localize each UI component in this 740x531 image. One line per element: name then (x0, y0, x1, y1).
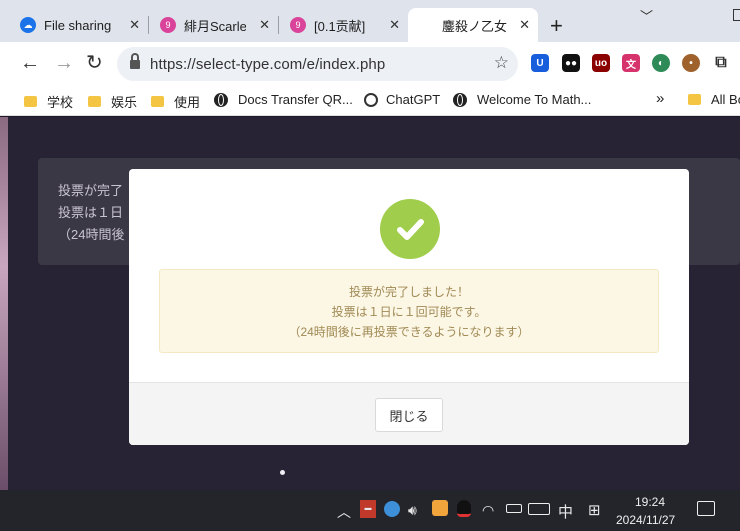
message-line: （24時間後に再投票できるようになります） (288, 325, 530, 339)
chevron-up-icon[interactable]: ︿ (337, 502, 351, 522)
tampermonkey-icon[interactable]: ●● (562, 54, 580, 72)
tab-scarlet[interactable]: 9 緋月Scarlet ✕ (160, 8, 278, 42)
new-tab-button[interactable]: + (550, 13, 563, 39)
network-app-icon[interactable] (384, 501, 400, 517)
tab-active[interactable]: 鏖殺ノ乙女 ✕ (408, 8, 538, 42)
bookmark-entertainment[interactable]: 娱乐 (88, 92, 137, 111)
success-message-box: 投票が完了しました！ 投票は１日に１回可能です。 （24時間後に再投票できるよう… (159, 269, 659, 353)
pink-circle-icon: 9 (160, 17, 176, 33)
close-tab-icon[interactable]: ✕ (259, 17, 270, 33)
folder-icon (88, 96, 101, 107)
tab-title: [0.1贡献] (314, 18, 366, 34)
tab-strip: ☁ File sharing ✕ 9 緋月Scarlet ✕ 9 [0.1贡献]… (0, 0, 740, 42)
bg-line: 投票は１日 (58, 205, 124, 220)
speaker-icon[interactable]: 🔊︎ (408, 502, 417, 519)
maximize-icon[interactable] (733, 9, 740, 21)
chatgpt-icon (364, 92, 378, 107)
bookmark-label: All Bo (711, 92, 740, 107)
tab-separator (148, 16, 149, 34)
reload-icon[interactable]: ↻ (86, 52, 103, 74)
bookmark-label: 学校 (47, 95, 74, 110)
clock-date[interactable]: 2024/11/27 (616, 513, 675, 527)
vote-complete-dialog: 投票が完了しました！ 投票は１日に１回可能です。 （24時間後に再投票できるよう… (129, 169, 689, 445)
url-text[interactable]: https://select-type.com/e/index.php (150, 56, 385, 73)
bookmark-label: Docs Transfer QR... (238, 92, 353, 107)
back-icon[interactable]: ← (20, 52, 40, 74)
cookie-icon[interactable]: • (682, 54, 700, 72)
tab-contribution[interactable]: 9 [0.1贡献] ✕ (290, 8, 408, 42)
bookmark-welcome-math[interactable]: Welcome To Math... (453, 92, 591, 107)
forward-icon[interactable]: → (54, 52, 74, 74)
clock-time[interactable]: 19:24 (635, 495, 665, 509)
dialog-footer: 閉じる (129, 382, 689, 445)
photo-app-icon[interactable] (432, 500, 448, 516)
bookmark-label: 使用 (174, 95, 201, 110)
close-button[interactable]: 閉じる (375, 398, 443, 432)
bookmarks-bar: 学校 娱乐 使用 Docs Transfer QR... ChatGPT Wel… (0, 86, 740, 116)
ublock-icon[interactable]: uo (592, 54, 610, 72)
browser-toolbar: ← → ↻ https://select-type.com/e/index.ph… (0, 42, 740, 86)
battery-icon[interactable] (506, 504, 522, 513)
tab-title: 緋月Scarlet (184, 18, 246, 34)
pink-circle-icon: 9 (290, 17, 306, 33)
extensions-icon[interactable]: ⧉ (712, 54, 730, 72)
tab-title: File sharing (44, 17, 112, 33)
windows-taskbar: ︿ ▬ 🔊︎ ◠ 中 ⊞ 19:24 2024/11/27 (0, 490, 740, 531)
chevron-down-icon[interactable]: ﹀ (640, 6, 653, 25)
close-tab-icon[interactable]: ✕ (129, 17, 140, 33)
lock-icon (130, 53, 140, 69)
ime-indicator[interactable]: 中 (558, 501, 573, 522)
bookmark-label: ChatGPT (386, 92, 441, 107)
bg-line: （24時間後 (58, 227, 125, 242)
message-line: 投票は１日に１回可能です。 (331, 305, 487, 319)
close-tab-icon[interactable]: ✕ (389, 17, 400, 33)
bookmark-chatgpt[interactable]: ChatGPT (364, 92, 440, 107)
bitwarden-icon[interactable]: U (531, 54, 549, 72)
bookmark-label: 娱乐 (111, 95, 138, 110)
folder-icon (151, 96, 164, 107)
bookmark-use[interactable]: 使用 (151, 92, 200, 111)
success-check-icon (380, 199, 440, 259)
folder-icon (688, 94, 701, 105)
translate-icon[interactable]: 文 (622, 54, 640, 72)
cloud-icon: ☁ (20, 17, 36, 33)
message-line: 投票が完了しました！ (348, 285, 469, 299)
globe-icon (453, 92, 467, 107)
bookmarks-overflow-button[interactable]: » (656, 90, 664, 107)
folder-icon (24, 96, 37, 107)
tab-separator (278, 16, 279, 34)
ime-grid-icon[interactable]: ⊞ (588, 501, 601, 519)
desktop-wallpaper-edge (0, 117, 8, 490)
globe-extension-icon[interactable]: ◐ (652, 54, 670, 72)
qq-penguin-icon[interactable] (457, 500, 471, 517)
star-icon[interactable]: ☆ (494, 53, 509, 73)
tab-title: 鏖殺ノ乙女 (442, 18, 508, 34)
notification-icon[interactable] (697, 501, 715, 516)
close-tab-icon[interactable]: ✕ (519, 17, 530, 33)
globe-icon (214, 92, 228, 107)
bookmark-docs-transfer[interactable]: Docs Transfer QR... (214, 92, 353, 107)
address-bar[interactable]: https://select-type.com/e/index.php ☆ (117, 47, 518, 81)
bookmark-all[interactable]: All Bo (688, 92, 740, 107)
bookmark-label: Welcome To Math... (477, 92, 592, 107)
decorative-dot (280, 470, 285, 475)
keyboard-icon[interactable] (528, 503, 550, 515)
tab-file-sharing[interactable]: ☁ File sharing ✕ (20, 8, 148, 42)
bookmark-school[interactable]: 学校 (24, 92, 73, 111)
app-tray-icon[interactable]: ▬ (360, 500, 376, 518)
bg-line: 投票が完了 (58, 183, 124, 198)
wifi-icon[interactable]: ◠ (482, 502, 494, 519)
